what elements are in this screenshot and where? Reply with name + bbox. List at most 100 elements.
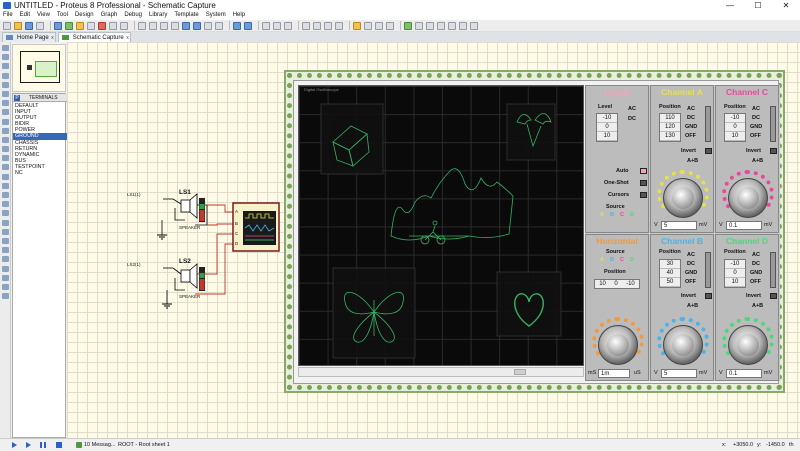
- mode-off[interactable]: OFF: [750, 133, 761, 139]
- menu-system[interactable]: System: [206, 11, 226, 20]
- rotate-cw-icon[interactable]: [2, 256, 9, 263]
- close-button[interactable]: ✕: [772, 0, 800, 11]
- mode-dc[interactable]: DC: [752, 115, 760, 121]
- tab-close-icon[interactable]: x: [51, 33, 54, 43]
- marker-icon[interactable]: [2, 247, 9, 254]
- subcircuit-icon[interactable]: [2, 100, 9, 107]
- copy-icon[interactable]: [273, 21, 281, 30]
- bom-icon[interactable]: [109, 21, 117, 30]
- angle-input-icon[interactable]: [2, 274, 9, 281]
- scope-scrollbar[interactable]: [298, 367, 584, 377]
- menu-tool[interactable]: Tool: [57, 11, 68, 20]
- mode-gnd[interactable]: GND: [685, 124, 697, 130]
- zoom-in-icon[interactable]: [182, 21, 190, 30]
- text-script-icon[interactable]: [2, 81, 9, 88]
- trigger-source-a[interactable]: A: [600, 212, 604, 218]
- packaging-icon[interactable]: [375, 21, 383, 30]
- paste-icon[interactable]: [284, 21, 292, 30]
- coupling-switch[interactable]: [705, 106, 711, 142]
- design-explorer-icon[interactable]: [120, 21, 128, 30]
- menu-view[interactable]: View: [37, 11, 50, 20]
- horiz-source-c[interactable]: C: [620, 257, 624, 263]
- open-folder-icon[interactable]: [14, 21, 22, 30]
- play-icon[interactable]: [12, 442, 17, 448]
- gerber-icon[interactable]: [98, 21, 106, 30]
- mode-ac[interactable]: AC: [687, 252, 695, 258]
- maximize-button[interactable]: ☐: [744, 0, 772, 11]
- net-label-ls1[interactable]: LS1(1): [127, 192, 141, 197]
- mode-ac[interactable]: AC: [752, 252, 760, 258]
- circle-icon[interactable]: [2, 201, 9, 208]
- trigger-ac[interactable]: AC: [628, 106, 636, 112]
- pcb-icon[interactable]: [76, 21, 84, 30]
- netlist-icon[interactable]: [470, 21, 478, 30]
- selection-mode-icon[interactable]: [2, 45, 9, 51]
- mirror-y-icon[interactable]: [2, 293, 9, 300]
- channel-a-position[interactable]: 110 120 130: [659, 113, 681, 142]
- scroll-thumb[interactable]: [514, 369, 526, 375]
- horiz-source-d[interactable]: D: [630, 257, 634, 263]
- save-icon[interactable]: [25, 21, 33, 30]
- terminals-icon[interactable]: [2, 109, 9, 116]
- path-icon[interactable]: [2, 219, 9, 226]
- new-file-icon[interactable]: [3, 21, 11, 30]
- oneshot-toggle[interactable]: [640, 180, 647, 186]
- redo-icon[interactable]: [244, 21, 252, 30]
- tab-schematic-capture[interactable]: Schematic Capture x: [57, 32, 131, 42]
- overview-window[interactable]: [12, 44, 66, 92]
- pan-icon[interactable]: [171, 21, 179, 30]
- block-move-icon[interactable]: [313, 21, 321, 30]
- invert-toggle[interactable]: [705, 148, 712, 154]
- coupling-switch[interactable]: [770, 106, 776, 142]
- bus-icon[interactable]: [2, 90, 9, 97]
- pick-device-icon[interactable]: [353, 21, 361, 30]
- mode-ac[interactable]: AC: [687, 106, 695, 112]
- graph-icon[interactable]: [2, 127, 9, 134]
- home-icon[interactable]: [54, 21, 62, 30]
- close-project-icon[interactable]: [36, 21, 44, 30]
- cursors-toggle[interactable]: [640, 192, 647, 198]
- mode-dc[interactable]: DC: [687, 115, 695, 121]
- channel-b-volts-knob[interactable]: [663, 325, 703, 365]
- goto-sheet-icon[interactable]: [459, 21, 467, 30]
- mode-off[interactable]: OFF: [685, 279, 696, 285]
- pause-icon[interactable]: [40, 442, 46, 448]
- current-probe-icon[interactable]: [2, 164, 9, 171]
- wire-autorouter-icon[interactable]: [404, 21, 412, 30]
- invert-toggle[interactable]: [705, 293, 712, 299]
- rotate-ccw-icon[interactable]: [2, 265, 9, 272]
- net-label-ls2[interactable]: LS2(1): [127, 262, 141, 267]
- arc-icon[interactable]: [2, 210, 9, 217]
- mode-off[interactable]: OFF: [685, 133, 696, 139]
- trigger-source-b[interactable]: B: [610, 212, 614, 218]
- menu-help[interactable]: Help: [233, 11, 245, 20]
- property-tool-icon[interactable]: [426, 21, 434, 30]
- generator-icon[interactable]: [2, 146, 9, 153]
- mode-off[interactable]: OFF: [750, 279, 761, 285]
- trigger-dc[interactable]: DC: [628, 116, 636, 122]
- trigger-level-readout[interactable]: -10 0 10: [596, 113, 618, 142]
- menu-edit[interactable]: Edit: [20, 11, 30, 20]
- stop-icon[interactable]: [56, 442, 62, 448]
- box-icon[interactable]: [2, 192, 9, 198]
- menu-design[interactable]: Design: [75, 11, 94, 20]
- text-icon[interactable]: [2, 228, 9, 235]
- mode-dc[interactable]: DC: [752, 261, 760, 267]
- 3d-view-icon[interactable]: [87, 21, 95, 30]
- make-device-icon[interactable]: [364, 21, 372, 30]
- auto-toggle[interactable]: [640, 168, 647, 174]
- horizontal-position[interactable]: 10 0 -10: [594, 279, 640, 289]
- channel-a-volts-knob[interactable]: [663, 178, 703, 218]
- menu-file[interactable]: File: [3, 11, 13, 20]
- line-icon[interactable]: [2, 182, 9, 189]
- mode-gnd[interactable]: GND: [750, 270, 762, 276]
- mode-gnd[interactable]: GND: [750, 124, 762, 130]
- zoom-all-icon[interactable]: [204, 21, 212, 30]
- mode-dc[interactable]: DC: [687, 261, 695, 267]
- junction-icon[interactable]: [2, 63, 9, 70]
- oscilloscope-window[interactable]: Digital Oscilloscope Trigger Level -10 0…: [284, 70, 785, 393]
- component-mode-icon[interactable]: [2, 54, 9, 61]
- coupling-switch[interactable]: [770, 252, 776, 288]
- remove-sheet-icon[interactable]: [448, 21, 456, 30]
- mirror-x-icon[interactable]: [2, 283, 9, 290]
